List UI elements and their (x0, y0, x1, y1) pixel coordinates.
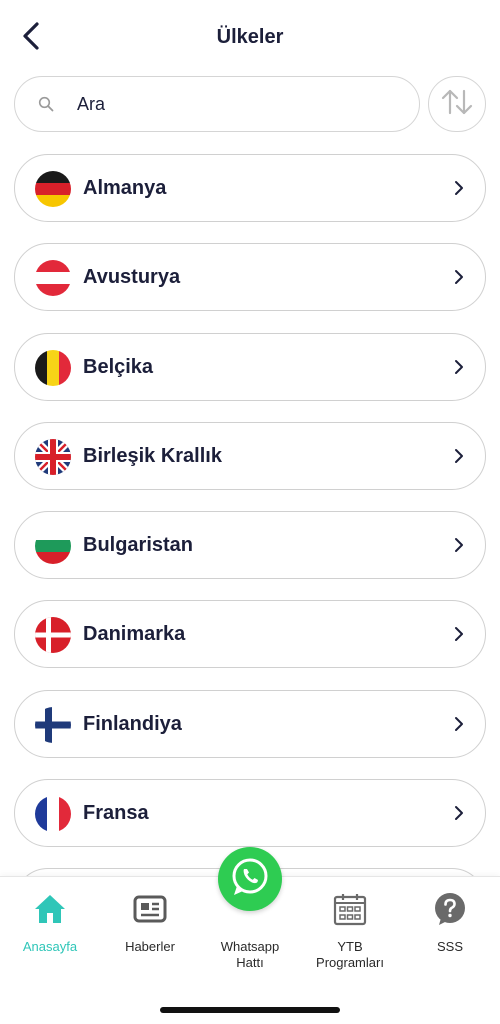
search-box[interactable] (14, 76, 420, 132)
nav-programs[interactable]: YTB Programları (300, 891, 400, 971)
search-row (14, 76, 486, 134)
country-name: Avusturya (83, 266, 181, 289)
question-bubble-icon (400, 891, 500, 927)
nav-programs-label: YTB Programları (316, 939, 384, 970)
chevron-right-icon (453, 536, 465, 554)
search-icon (37, 95, 55, 113)
newspaper-icon (100, 891, 200, 927)
country-name: Finlandiya (83, 712, 182, 735)
country-list: Almanya Avusturya Belçika Birleşik Krall… (14, 154, 486, 876)
nav-whatsapp-label: Whatsapp Hattı (220, 939, 280, 970)
finland-flag-icon (35, 706, 71, 743)
sort-button[interactable] (428, 76, 486, 132)
country-item-almanya[interactable]: Almanya (14, 154, 486, 222)
country-name: Almanya (83, 177, 167, 199)
bulgaria-flag-icon (35, 528, 71, 565)
uk-flag-icon (35, 438, 71, 475)
austria-flag-icon (35, 260, 71, 297)
chevron-right-icon (453, 804, 465, 822)
nav-faq-label: SSS (436, 939, 463, 954)
page-title: Ülkeler (216, 26, 284, 48)
header: Ülkeler (0, 0, 500, 76)
nav-home[interactable]: Anasayfa (0, 891, 100, 955)
country-item-bulgaristan[interactable]: Bulgaristan (14, 511, 486, 580)
belgium-flag-icon (35, 349, 71, 386)
bottom-nav: Anasayfa Haberler Whatsapp Hattı YTB Pro… (0, 847, 500, 1024)
country-item-finlandiya[interactable]: Finlandiya (14, 689, 486, 758)
search-input[interactable] (77, 93, 377, 115)
chevron-right-icon (453, 625, 465, 643)
country-item-birlesik-krallik[interactable]: Birleşik Krallık (14, 421, 486, 490)
chevron-right-icon (453, 447, 465, 465)
country-name: Bulgaristan (83, 534, 194, 557)
country-item-fransa[interactable]: Fransa (14, 779, 486, 848)
country-name: Fransa (83, 802, 149, 825)
country-item-avusturya[interactable]: Avusturya (14, 243, 486, 312)
germany-flag-icon (35, 171, 71, 207)
denmark-flag-icon (35, 617, 71, 654)
france-flag-icon (35, 796, 71, 833)
home-icon (0, 891, 100, 927)
chevron-right-icon (453, 179, 465, 197)
whatsapp-button[interactable] (218, 847, 282, 911)
country-item-belcika[interactable]: Belçika (14, 332, 486, 401)
country-name: Belçika (83, 355, 154, 378)
nav-home-label: Anasayfa (22, 939, 78, 954)
whatsapp-icon[interactable] (229, 856, 271, 903)
country-item-danimarka[interactable]: Danimarka (14, 600, 486, 669)
home-indicator (160, 1007, 340, 1013)
chevron-right-icon (453, 358, 465, 376)
country-name: Birleşik Krallık (83, 444, 222, 467)
chevron-right-icon (453, 268, 465, 286)
calendar-icon (300, 891, 400, 927)
sort-arrows-icon[interactable] (440, 88, 474, 121)
nav-news-label: Haberler (125, 939, 175, 954)
nav-news[interactable]: Haberler (100, 891, 200, 955)
nav-faq[interactable]: SSS (400, 891, 500, 955)
country-name: Danimarka (83, 623, 186, 646)
chevron-right-icon (453, 715, 465, 733)
